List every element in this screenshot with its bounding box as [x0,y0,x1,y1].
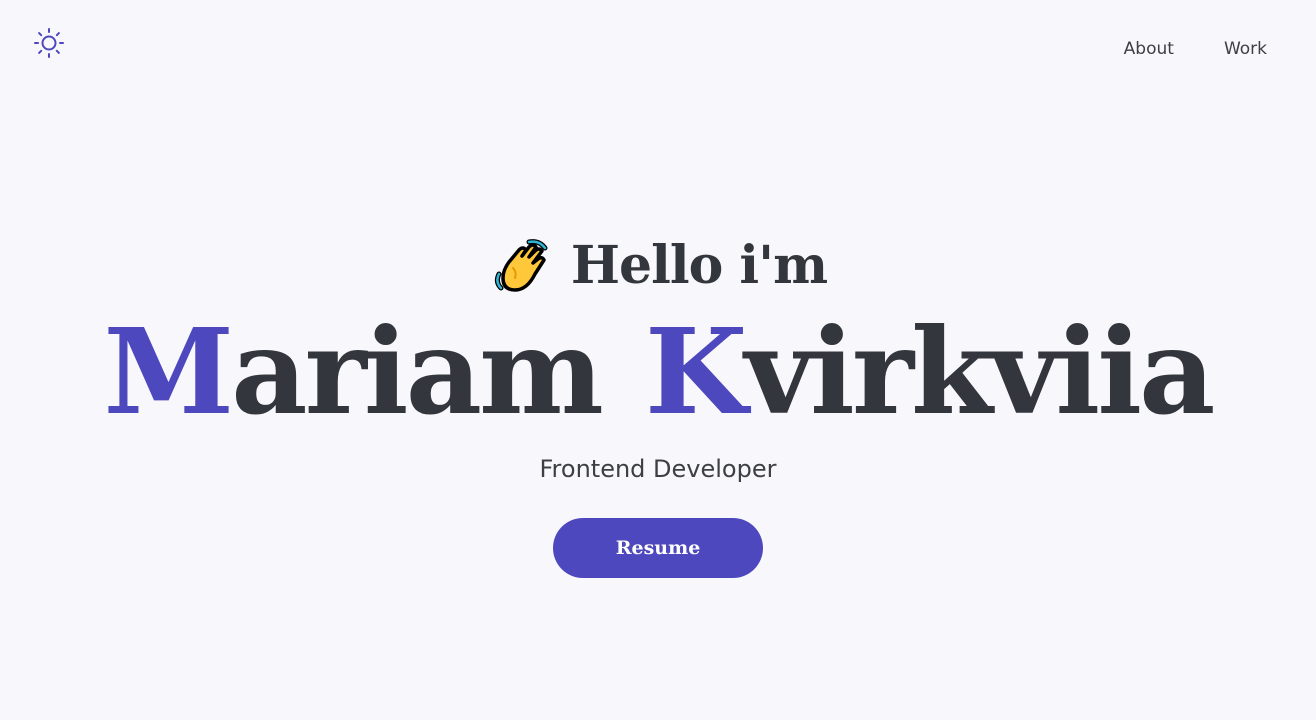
name-last-rest: virkviia [744,302,1215,441]
theme-toggle-button[interactable] [32,26,66,60]
greeting-row: Hello i'm [489,230,828,302]
role-subtitle: Frontend Developer [539,455,777,483]
name-first-initial: M [103,302,235,441]
hero-name: Mariam Kvirkviia [104,308,1216,436]
nav-link-work[interactable]: Work [1224,38,1267,60]
main-nav: About Work [1124,38,1267,60]
waving-hand-icon [494,239,548,292]
name-last-initial: K [644,302,748,441]
page: About Work Hello i'm Mariam Kvirkviia Fro… [0,0,1316,720]
hero-section: Hello i'm Mariam Kvirkviia Frontend Devel… [0,230,1316,578]
resume-button[interactable]: Resume [553,518,763,578]
greeting-text: Hello i'm [570,235,828,296]
nav-link-about[interactable]: About [1124,38,1174,60]
name-first-rest: ariam [231,302,604,441]
sun-icon [34,28,64,58]
